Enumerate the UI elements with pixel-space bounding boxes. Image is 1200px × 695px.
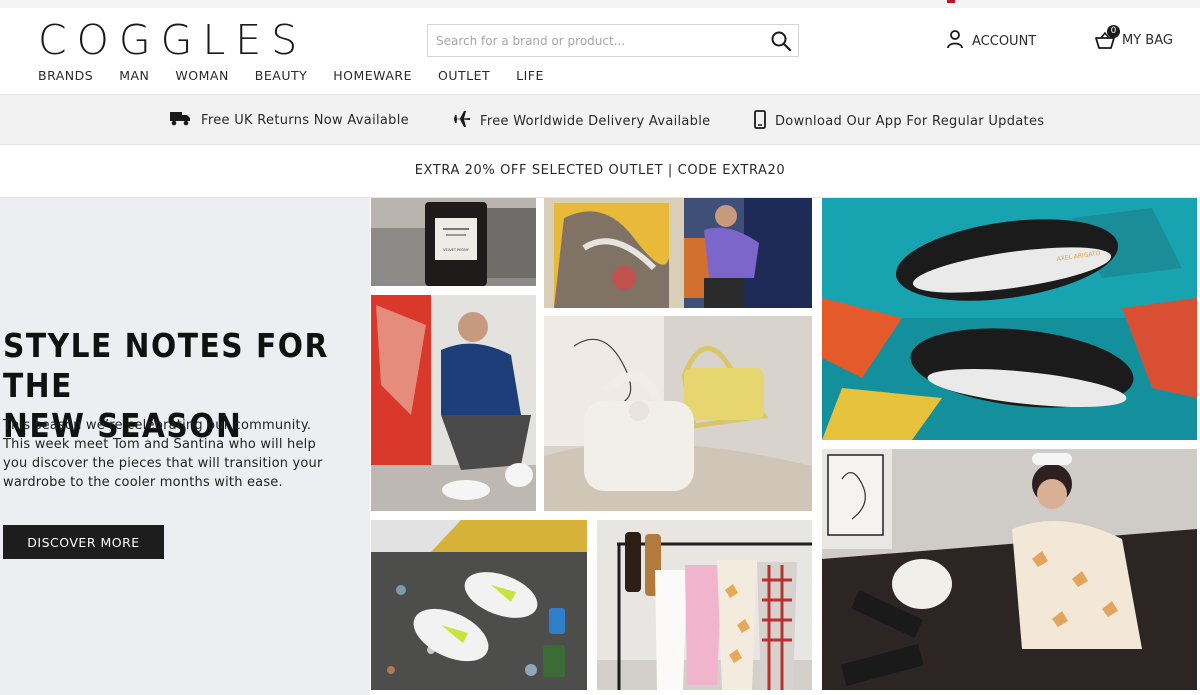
sneakers-on-canvas-image[interactable]: AXEL ARIGATO (822, 198, 1197, 440)
hero-panel: STYLE NOTES FOR THE NEW SEASON This seas… (0, 198, 370, 695)
hero-title-line-1: STYLE NOTES FOR THE (3, 326, 329, 405)
clothing-rail-image[interactable] (597, 520, 812, 690)
nav-item-woman[interactable]: WOMAN (175, 68, 228, 83)
nav-item-life[interactable]: LIFE (516, 68, 544, 83)
benefit-delivery[interactable]: Free Worldwide Delivery Available (453, 110, 710, 132)
handbags-image[interactable] (544, 316, 812, 511)
discover-more-button[interactable]: DISCOVER MORE (3, 525, 164, 559)
phone-icon (754, 110, 775, 133)
bag-label: MY BAG (1122, 32, 1173, 48)
main-nav: BRANDS MAN WOMAN BEAUTY HOMEWARE OUTLET … (38, 68, 570, 83)
bag-link[interactable]: 0 MY BAG (1094, 25, 1173, 53)
man-sitting-image[interactable] (371, 295, 536, 511)
site-logo[interactable]: COGGLES (38, 16, 307, 64)
hero-body-line-3: you discover the pieces that will transi… (3, 456, 323, 471)
nav-item-outlet[interactable]: OUTLET (438, 68, 490, 83)
hero-body-line-4: wardrobe to the cooler months with ease. (3, 475, 283, 490)
candle-label: VELVET PEONY (443, 248, 470, 252)
top-strip (0, 0, 1200, 8)
country-flag-icon[interactable] (947, 0, 955, 3)
benefit-returns[interactable]: Free UK Returns Now Available (170, 110, 409, 130)
truck-icon (170, 110, 201, 130)
woman-with-bag-image[interactable] (822, 449, 1197, 690)
user-icon (946, 29, 964, 53)
benefit-app[interactable]: Download Our App For Regular Updates (754, 110, 1044, 133)
bag-count-badge: 0 (1107, 25, 1120, 38)
account-link[interactable]: ACCOUNT (946, 30, 1036, 52)
benefit-returns-text: Free UK Returns Now Available (201, 112, 409, 128)
bag-icon: 0 (1094, 25, 1120, 51)
plane-icon (453, 110, 480, 132)
benefits-bar: Free UK Returns Now Available Free World… (0, 94, 1200, 145)
artist-studio-image[interactable] (544, 198, 812, 308)
nav-item-homeware[interactable]: HOMEWARE (333, 68, 412, 83)
nav-item-brands[interactable]: BRANDS (38, 68, 93, 83)
benefit-app-text: Download Our App For Regular Updates (775, 114, 1045, 129)
candle-image[interactable]: VELVET PEONY (371, 198, 536, 286)
search-icon[interactable] (770, 30, 792, 52)
account-label: ACCOUNT (972, 33, 1037, 49)
painted-sneakers-image[interactable] (371, 520, 587, 690)
search-input[interactable] (428, 25, 766, 56)
nav-item-man[interactable]: MAN (119, 68, 149, 83)
hero-body-line-2: This week meet Tom and Santina who will … (3, 437, 316, 452)
benefit-delivery-text: Free Worldwide Delivery Available (480, 113, 711, 129)
promo-banner[interactable]: EXTRA 20% OFF SELECTED OUTLET | CODE EXT… (0, 145, 1200, 198)
hero-body-line-1: This season we’re celebrating our commun… (3, 418, 312, 433)
hero-description: This season we’re celebrating our commun… (3, 416, 343, 492)
search-box[interactable] (427, 24, 799, 57)
nav-item-beauty[interactable]: BEAUTY (255, 68, 307, 83)
